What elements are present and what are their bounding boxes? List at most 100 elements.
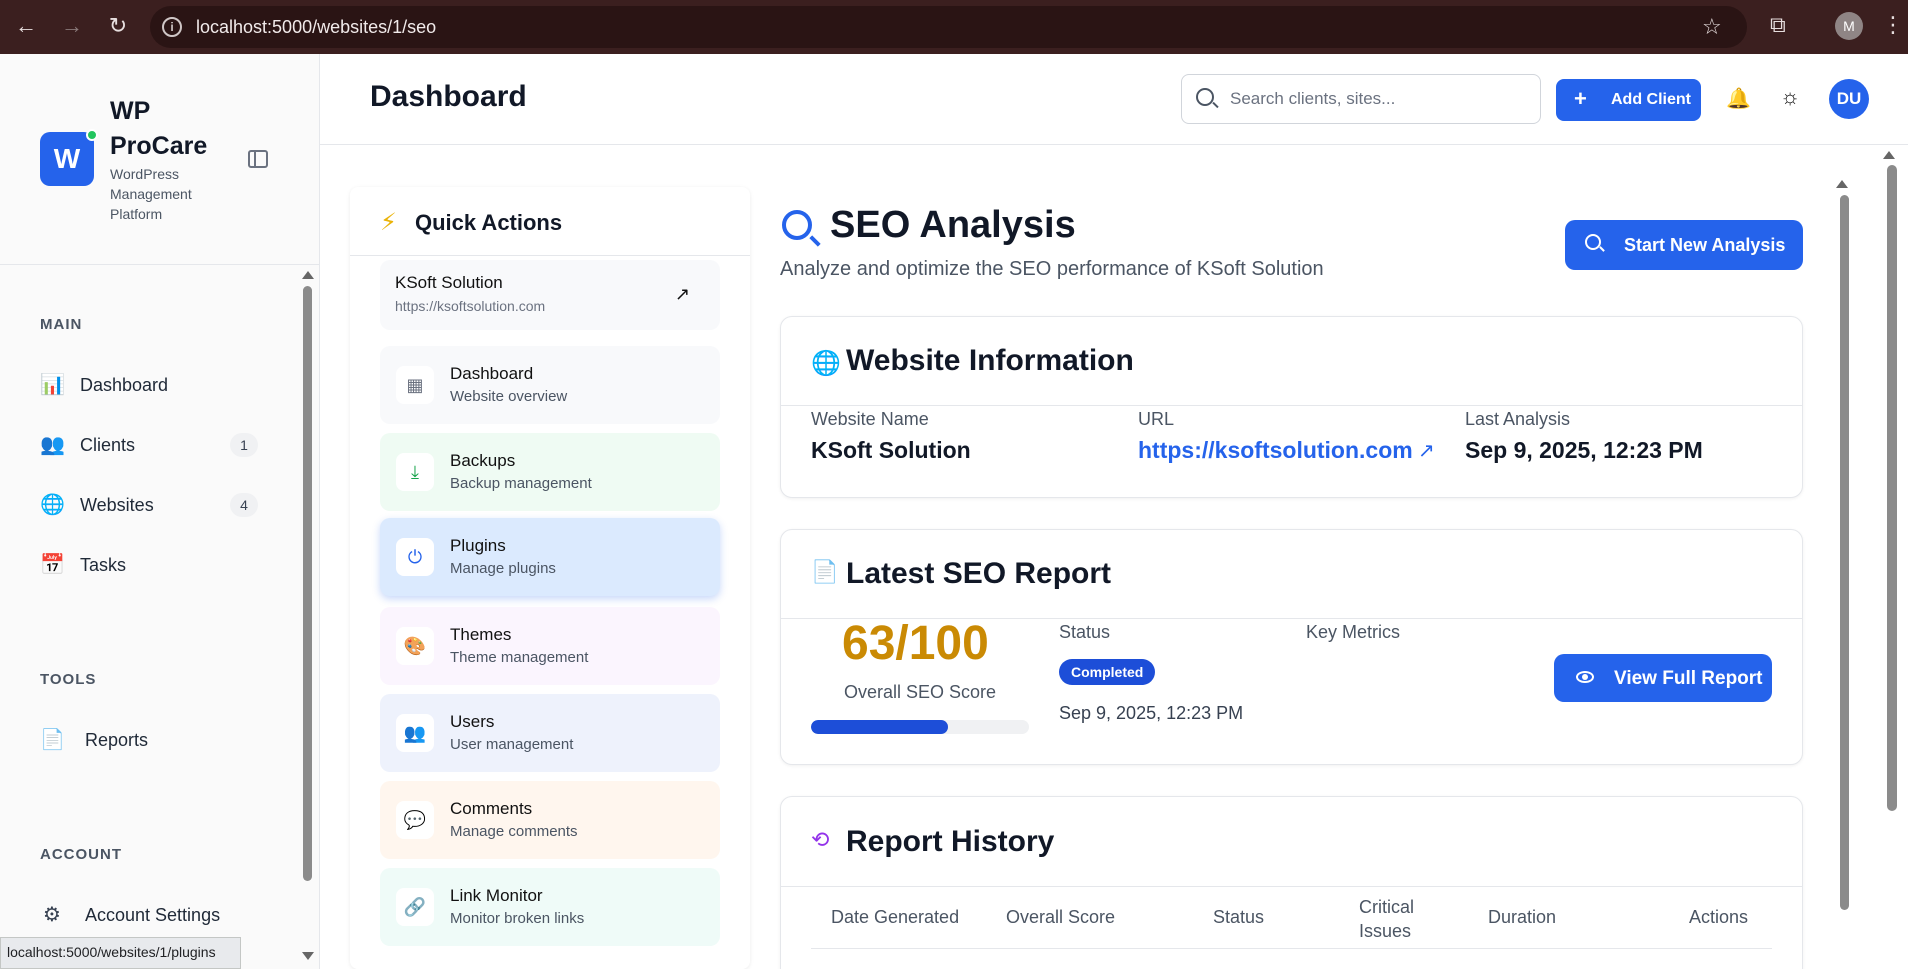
external-link-icon[interactable]: ↗: [675, 284, 690, 305]
sidebar-item-reports[interactable]: 📄 Reports: [40, 718, 260, 762]
section-label-account: ACCOUNT: [40, 846, 122, 863]
site-name: KSoft Solution: [395, 273, 503, 292]
external-link-icon[interactable]: ↗: [1418, 438, 1435, 463]
column-header[interactable]: Overall Score: [1006, 907, 1115, 928]
quick-action-plugins[interactable]: ⏻ Plugins Manage plugins: [380, 518, 720, 596]
scroll-up-arrow-icon[interactable]: [302, 271, 314, 279]
wordpress-logo-icon: W: [40, 132, 94, 186]
key-metrics-label: Key Metrics: [1306, 622, 1401, 642]
calendar-icon: 📅: [40, 554, 65, 576]
sidebar-scrollbar[interactable]: [303, 286, 312, 881]
quick-actions-title: Quick Actions: [415, 210, 563, 235]
search-icon: [1196, 88, 1214, 106]
notification-bell-icon[interactable]: 🔔: [1726, 86, 1751, 111]
sidebar-divider: [0, 264, 320, 265]
seo-score-label: Overall SEO Score: [844, 682, 997, 702]
browser-toolbar: ← → ↻ i localhost:5000/websites/1/seo ☆ …: [0, 0, 1908, 54]
sidebar-item-label: Clients: [80, 435, 136, 455]
download-icon: ⤓: [396, 453, 434, 491]
report-history-card: [780, 796, 1803, 969]
extensions-icon[interactable]: ⧉: [1770, 12, 1786, 38]
online-status-dot: [86, 129, 98, 141]
section-label-tools: TOOLS: [40, 671, 97, 688]
browser-menu-icon[interactable]: ⋮: [1882, 12, 1904, 38]
sidebar-item-label: Reports: [85, 730, 149, 750]
sidebar-item-label: Account Settings: [85, 905, 221, 925]
reload-icon[interactable]: ↻: [104, 12, 132, 40]
forward-arrow-icon[interactable]: →: [58, 12, 86, 40]
address-bar[interactable]: i localhost:5000/websites/1/seo ☆: [150, 6, 1747, 48]
seo-subtitle: Analyze and optimize the SEO performance…: [780, 258, 1324, 280]
quick-action-users[interactable]: 👥 Users User management: [380, 694, 720, 772]
column-header[interactable]: Status: [1213, 907, 1264, 928]
add-client-button[interactable]: + Add Client: [1556, 79, 1701, 121]
status-label: Status: [1059, 622, 1111, 642]
sidebar-item-tasks[interactable]: 📅 Tasks: [40, 543, 260, 587]
site-info-icon[interactable]: i: [162, 17, 182, 37]
start-new-analysis-button[interactable]: Start New Analysis: [1565, 220, 1803, 270]
website-name-value: KSoft Solution: [811, 437, 971, 463]
plus-icon: +: [1574, 86, 1587, 111]
search-input[interactable]: [1230, 87, 1520, 111]
document-icon: 📄: [811, 559, 839, 584]
view-full-report-button[interactable]: View Full Report: [1554, 654, 1772, 702]
quick-action-dashboard[interactable]: ▦ Dashboard Website overview: [380, 346, 720, 424]
report-date: Sep 9, 2025, 12:23 PM: [1059, 703, 1244, 723]
content-scrollbar[interactable]: [1840, 195, 1849, 910]
quick-action-name: Comments: [450, 799, 533, 818]
quick-action-name: Link Monitor: [450, 886, 543, 905]
grid-icon: ▦: [396, 366, 434, 404]
quick-action-link-monitor[interactable]: 🔗 Link Monitor Monitor broken links: [380, 868, 720, 946]
last-analysis-label: Last Analysis: [1465, 409, 1571, 429]
scroll-up-arrow-icon[interactable]: [1883, 151, 1895, 159]
bookmark-star-icon[interactable]: ☆: [1702, 14, 1722, 40]
status-badge: Completed: [1059, 659, 1156, 685]
globe-icon: 🌐: [40, 494, 65, 516]
website-name-label: Website Name: [811, 409, 929, 429]
theme-toggle-sun-icon[interactable]: ☼: [1780, 84, 1800, 110]
quick-action-name: Users: [450, 712, 495, 731]
browser-profile-avatar[interactable]: M: [1835, 12, 1863, 40]
user-avatar[interactable]: DU: [1829, 79, 1869, 119]
link-icon: 🔗: [396, 888, 434, 926]
column-header[interactable]: Critical Issues: [1359, 895, 1429, 943]
column-header[interactable]: Date Generated: [831, 907, 959, 928]
sidebar-item-account-settings[interactable]: ⚙ Account Settings: [40, 893, 260, 937]
progress-fill: [811, 720, 949, 734]
gear-icon: ⚙: [43, 904, 61, 926]
sidebar-toggle-icon[interactable]: [248, 150, 268, 168]
table-header-divider: [811, 948, 1772, 949]
address-url[interactable]: localhost:5000/websites/1/seo: [196, 17, 436, 38]
quick-action-name: Plugins: [450, 536, 506, 555]
column-header[interactable]: Duration: [1488, 907, 1556, 928]
quick-action-desc: Backup management: [450, 475, 592, 492]
quick-action-comments[interactable]: 💬 Comments Manage comments: [380, 781, 720, 859]
view-report-label: View Full Report: [1614, 668, 1763, 689]
column-header[interactable]: Actions: [1689, 907, 1748, 928]
sidebar-item-websites[interactable]: 🌐 Websites 4: [40, 483, 260, 527]
quick-action-name: Backups: [450, 451, 516, 470]
comment-icon: 💬: [396, 801, 434, 839]
page-title: Dashboard: [370, 80, 527, 113]
link-status-bar: localhost:5000/websites/1/plugins: [0, 937, 241, 969]
site-card[interactable]: KSoft Solution https://ksoftsolution.com…: [380, 260, 720, 330]
scroll-up-arrow-icon[interactable]: [1836, 180, 1848, 188]
website-url-link[interactable]: https://ksoftsolution.com: [1138, 437, 1413, 464]
quick-action-themes[interactable]: 🎨 Themes Theme management: [380, 607, 720, 685]
report-history-title: Report History: [846, 825, 1055, 858]
plug-icon: ⏻: [396, 538, 434, 576]
scroll-down-arrow-icon[interactable]: [302, 952, 314, 960]
search-box[interactable]: [1181, 74, 1541, 124]
quick-action-desc: Manage plugins: [450, 560, 556, 577]
globe-icon: 🌐: [811, 350, 841, 377]
page-scrollbar[interactable]: [1887, 165, 1897, 811]
quick-action-backups[interactable]: ⤓ Backups Backup management: [380, 433, 720, 511]
back-arrow-icon[interactable]: ←: [12, 12, 40, 40]
sidebar-item-label: Tasks: [80, 555, 127, 575]
latest-report-title: Latest SEO Report: [846, 557, 1112, 590]
quick-action-desc: Theme management: [450, 649, 589, 666]
sidebar-item-dashboard[interactable]: 📊 Dashboard: [40, 363, 260, 407]
url-label: URL: [1138, 409, 1175, 429]
sidebar-item-clients[interactable]: 👥 Clients 1: [40, 423, 260, 467]
sidebar-item-label: Websites: [80, 495, 154, 515]
